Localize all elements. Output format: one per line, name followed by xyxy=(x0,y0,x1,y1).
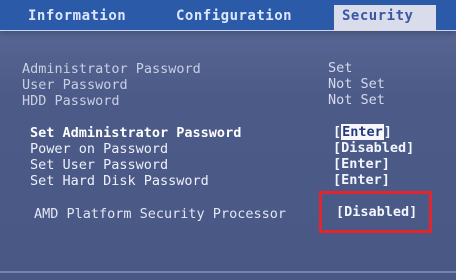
set-user-password-item[interactable]: Set User Password xyxy=(30,157,168,173)
set-admin-password-value[interactable]: [Enter] xyxy=(333,124,392,140)
admin-password-status-label: Administrator Password xyxy=(22,61,201,77)
set-admin-password-item[interactable]: Set Administrator Password xyxy=(30,125,241,141)
user-password-status-value: Not Set xyxy=(328,76,385,92)
power-on-password-item[interactable]: Power on Password xyxy=(30,141,168,157)
set-user-password-value[interactable]: [Enter] xyxy=(333,156,390,172)
set-hard-disk-password-value[interactable]: [Enter] xyxy=(333,172,390,188)
set-hard-disk-password-item[interactable]: Set Hard Disk Password xyxy=(30,173,209,189)
red-highlight-box xyxy=(319,191,432,233)
bottom-divider xyxy=(0,271,456,273)
selected-value-highlight: Enter xyxy=(341,124,384,140)
tab-bar: Information Configuration Security xyxy=(0,0,456,31)
user-password-status-label: User Password xyxy=(22,77,128,93)
tab-information[interactable]: Information xyxy=(28,7,126,25)
amd-psp-label[interactable]: AMD Platform Security Processor xyxy=(34,206,286,222)
bios-screen: Information Configuration Security Admin… xyxy=(0,0,456,280)
admin-password-status-value: Set xyxy=(328,60,353,76)
tab-security[interactable]: Security xyxy=(332,5,438,31)
tab-configuration[interactable]: Configuration xyxy=(176,7,292,25)
power-on-password-value[interactable]: [Disabled] xyxy=(333,140,414,156)
hdd-password-status-label: HDD Password xyxy=(22,93,120,109)
hdd-password-status-value: Not Set xyxy=(328,92,385,108)
